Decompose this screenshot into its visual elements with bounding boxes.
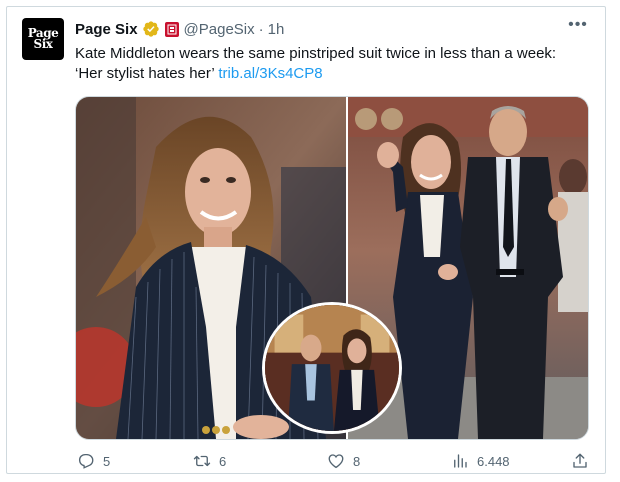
avatar-line-2: Six xyxy=(33,37,53,51)
reply-count: 5 xyxy=(103,453,111,469)
like-button[interactable]: 8 xyxy=(327,451,360,471)
reply-button[interactable]: 5 xyxy=(77,451,110,471)
tweet-text: Kate Middleton wears the same pinstriped… xyxy=(75,44,587,84)
retweet-button[interactable]: 6 xyxy=(193,451,226,471)
separator-dot: · xyxy=(258,20,264,38)
reply-icon xyxy=(78,453,94,469)
photo-inset-image xyxy=(265,305,399,431)
like-icon xyxy=(328,454,344,469)
retweet-count: 6 xyxy=(219,453,227,469)
tweet-card[interactable]: Page Six Page Six @PageSix · 1h ••• Kate… xyxy=(6,6,606,474)
retweet-icon xyxy=(193,455,211,467)
action-bar: 5 6 8 6.448 xyxy=(75,451,593,471)
tweet-media[interactable] xyxy=(75,96,589,440)
share-button[interactable] xyxy=(571,451,597,471)
share-icon xyxy=(573,453,587,468)
more-icon[interactable]: ••• xyxy=(567,17,589,37)
handle[interactable]: @PageSix xyxy=(184,21,255,38)
timestamp[interactable]: 1h xyxy=(268,21,285,38)
tweet-header: Page Six @PageSix · 1h xyxy=(75,19,284,39)
views-icon xyxy=(454,454,467,468)
page-six-avatar[interactable]: Page Six xyxy=(22,18,64,60)
display-name[interactable]: Page Six xyxy=(75,21,138,38)
tweet-link[interactable]: trib.al/3Ks4CP8 xyxy=(218,65,322,82)
affiliate-badge-icon[interactable] xyxy=(164,21,179,37)
affiliate-logo-icon xyxy=(167,24,177,34)
verified-gold-icon xyxy=(142,21,159,37)
like-count: 8 xyxy=(353,453,361,469)
views-button[interactable]: 6.448 xyxy=(451,451,510,471)
views-count: 6.448 xyxy=(477,453,510,469)
photo-inset[interactable] xyxy=(262,302,402,434)
